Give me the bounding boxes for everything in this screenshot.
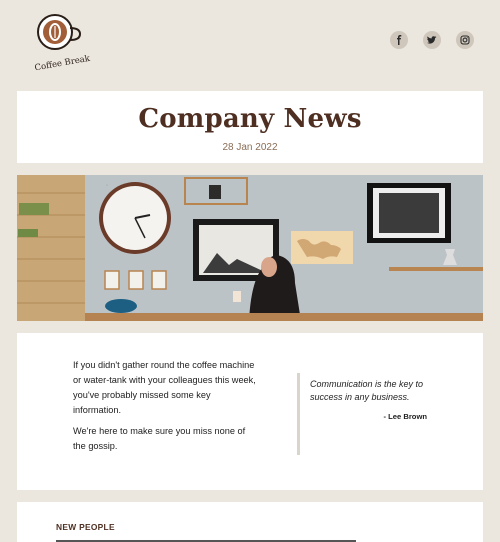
intro-card: If you didn't gather round the coffee ma… bbox=[17, 333, 483, 490]
twitter-icon[interactable] bbox=[423, 31, 441, 49]
issue-date: 28 Jan 2022 bbox=[222, 142, 278, 153]
svg-text:Coffee Break: Coffee Break bbox=[34, 54, 92, 70]
instagram-icon[interactable] bbox=[456, 31, 474, 49]
intro-paragraph: If you didn't gather round the coffee ma… bbox=[73, 360, 256, 415]
page-title: Company News bbox=[138, 104, 362, 134]
hero-image bbox=[17, 175, 483, 321]
new-people-card: NEW PEOPLE bbox=[17, 502, 483, 542]
quote-author: - Lee Brown bbox=[383, 412, 427, 421]
intro-paragraph: We're here to make sure you miss none of… bbox=[73, 426, 246, 451]
social-links bbox=[390, 31, 474, 49]
title-card: Company News 28 Jan 2022 bbox=[17, 91, 483, 163]
quote-text: Communication is the key to success in a… bbox=[310, 379, 424, 402]
header: Coffee Break bbox=[0, 0, 500, 90]
pull-quote: Communication is the key to success in a… bbox=[297, 373, 427, 455]
intro-text: If you didn't gather round the coffee ma… bbox=[73, 358, 258, 454]
facebook-icon[interactable] bbox=[390, 31, 408, 49]
coffee-break-logo[interactable]: Coffee Break bbox=[30, 12, 92, 70]
section-title-new-people: NEW PEOPLE bbox=[56, 522, 115, 532]
